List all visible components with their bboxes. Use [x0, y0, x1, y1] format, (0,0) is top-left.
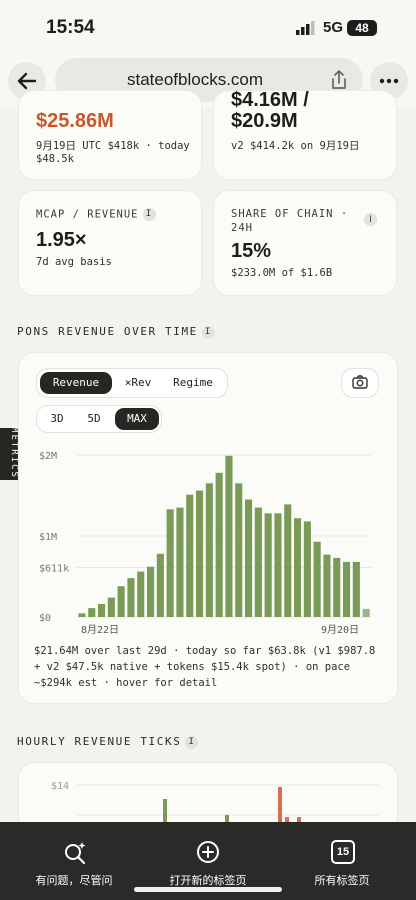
range-toggle: 3D 5D MAX [36, 405, 162, 433]
revenue-value: $25.86M [36, 110, 114, 132]
info-icon[interactable]: I [142, 208, 156, 221]
revenue-bar-chart[interactable]: $2M $1M $611k $0 8月22日 9月20日 [19, 441, 397, 641]
share-icon[interactable] [329, 69, 349, 91]
screenshot-button[interactable] [341, 368, 379, 398]
all-tabs-button[interactable]: 15 所有标签页 [290, 836, 394, 896]
camera-icon [352, 375, 368, 389]
mcap-label-text: MCAP / REVENUE [36, 208, 139, 221]
revenue-v2-card: $4.16M / $20.9M v2 $414.2k on 9月19日 [213, 89, 397, 180]
revenue-bar[interactable] [127, 578, 135, 617]
range-max-button[interactable]: MAX [115, 408, 159, 430]
revenue-v2-top: $4.16M / [231, 89, 309, 111]
mode-regime-button[interactable]: Regime [163, 372, 223, 394]
revenue-bar[interactable] [352, 561, 360, 617]
x-tick-label: 8月22日 [81, 624, 119, 636]
revenue-bar[interactable] [225, 455, 233, 617]
signal-icon [296, 21, 315, 35]
revenue-bar[interactable] [117, 586, 125, 617]
revenue-bar[interactable] [186, 494, 194, 617]
revenue-bar[interactable] [156, 553, 164, 617]
revenue-line2: $48.5k [36, 153, 74, 165]
section-title-hourly: HOURLY REVENUE TICKS I [17, 735, 199, 749]
hourly-y-tick: $14 [51, 781, 69, 792]
revenue-bar[interactable] [215, 472, 223, 617]
x-tick-label: 9月20日 [321, 624, 359, 636]
mcap-card: MCAP / REVENUE I 1.95× 7d avg basis [18, 190, 202, 296]
revenue-bar[interactable] [284, 504, 292, 617]
y-tick-label: $2M [39, 451, 57, 462]
info-icon[interactable]: I [364, 213, 377, 226]
mode-toggle: Revenue ×Rev Regime [36, 368, 228, 398]
revenue-bar[interactable] [254, 507, 262, 617]
mode-revenue-button[interactable]: Revenue [40, 372, 112, 394]
revenue-bar[interactable] [88, 608, 96, 617]
revenue-bar[interactable] [107, 597, 115, 617]
section-title-hourly-text: HOURLY REVENUE TICKS [17, 735, 182, 748]
status-time: 15:54 [46, 17, 95, 38]
tab-count-icon: 15 [331, 840, 355, 864]
revenue-bar[interactable] [137, 571, 145, 617]
revenue-v2-line1: v2 $414.2k on 9月19日 [231, 140, 360, 152]
all-tabs-label: 所有标签页 [314, 875, 370, 887]
mcap-value: 1.95× [36, 229, 87, 251]
revenue-bar[interactable] [343, 561, 351, 617]
revenue-bar[interactable] [362, 608, 370, 617]
battery-icon: 48 [347, 20, 377, 36]
info-icon[interactable]: I [185, 735, 199, 749]
revenue-bar[interactable] [235, 483, 243, 617]
revenue-line1: 9月19日 UTC $418k · today [36, 140, 190, 152]
range-3d-button[interactable]: 3D [40, 408, 74, 430]
share-note: $233.0M of $1.6B [231, 267, 333, 279]
mcap-label: MCAP / REVENUE I [36, 208, 156, 221]
revenue-bar[interactable] [264, 513, 272, 617]
info-icon[interactable]: I [201, 325, 215, 339]
revenue-bar[interactable] [313, 541, 321, 617]
chart-summary: $21.64M over last 29d · today so far $63… [34, 645, 376, 689]
y-tick-label: $0 [39, 613, 51, 624]
y-tick-label: $1M [39, 532, 57, 543]
section-title-revenue-text: PONS REVENUE OVER TIME [17, 325, 198, 338]
revenue-bar[interactable] [205, 483, 213, 617]
share-card: SHARE OF CHAIN · I 24H 15% $233.0M of $1… [213, 190, 397, 296]
mode-xrev-button[interactable]: ×Rev [115, 372, 161, 394]
revenue-card: $25.86M 9月19日 UTC $418k · today $48.5k [18, 90, 202, 180]
revenue-bar[interactable] [333, 557, 341, 617]
new-tab-label: 打开新的标签页 [169, 875, 247, 887]
url-text: stateofblocks.com [126, 70, 264, 89]
network-label: 5G [323, 19, 344, 36]
revenue-bar[interactable] [196, 490, 204, 617]
revenue-bar[interactable] [245, 499, 253, 618]
revenue-bar[interactable] [78, 613, 86, 617]
revenue-bar[interactable] [98, 604, 106, 617]
y-tick-label: $611k [39, 564, 69, 575]
home-indicator [134, 887, 282, 892]
ask-button[interactable]: 有问题，尽管问 [22, 836, 126, 896]
revenue-bar[interactable] [294, 518, 302, 617]
share-value: 15% [231, 240, 272, 262]
revenue-bar[interactable] [166, 509, 174, 617]
share-label-line1: SHARE OF CHAIN · [231, 208, 349, 220]
sparkle-search-icon [65, 842, 86, 865]
revenue-bar[interactable] [323, 554, 331, 617]
tab-count: 15 [336, 846, 350, 858]
section-title-revenue: PONS REVENUE OVER TIME I [17, 325, 215, 339]
share-label-line2: 24H [231, 222, 253, 234]
revenue-bar[interactable] [147, 566, 155, 617]
revenue-v2-value: $20.9M [231, 110, 298, 132]
mcap-note: 7d avg basis [36, 256, 112, 268]
ask-label: 有问题，尽管问 [35, 875, 113, 887]
status-bar: 15:54 5G 48 [0, 0, 416, 56]
revenue-chart-card: Revenue ×Rev Regime 3D 5D MAX $2M $1M $611… [18, 352, 398, 704]
range-5d-button[interactable]: 5D [76, 408, 112, 430]
revenue-bar[interactable] [176, 507, 184, 617]
plus-circle-icon [197, 841, 219, 863]
revenue-bar[interactable] [303, 521, 311, 617]
revenue-bar[interactable] [274, 513, 282, 617]
